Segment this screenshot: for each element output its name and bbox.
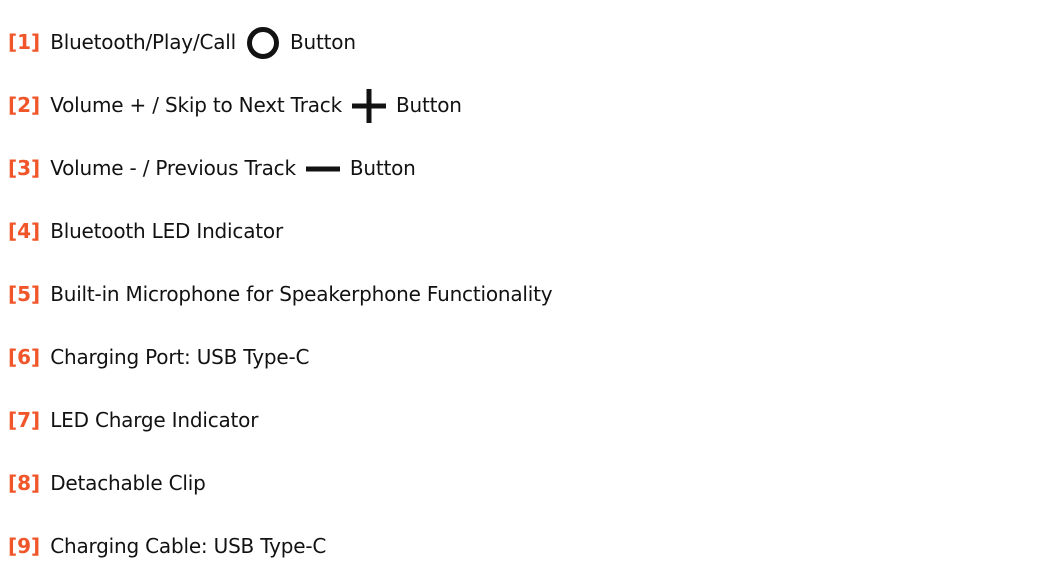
item-label: Bluetooth/Play/Call	[50, 30, 237, 54]
plus-icon	[351, 88, 386, 123]
item-label: Volume - / Previous Track	[50, 156, 296, 180]
item-number: [3]	[8, 156, 41, 180]
list-item: [1] Bluetooth/Play/Call Button	[8, 11, 1038, 74]
item-number: [2]	[8, 93, 41, 117]
feature-list: [1] Bluetooth/Play/Call Button [2] Volum…	[8, 11, 1038, 578]
item-suffix: Button	[395, 93, 462, 117]
item-label: Detachable Clip	[50, 471, 206, 495]
item-label: Volume + / Skip to Next Track	[50, 93, 342, 117]
item-label: Bluetooth LED Indicator	[50, 219, 283, 243]
list-item: [5] Built-in Microphone for Speakerphone…	[8, 263, 1038, 326]
item-number: [5]	[8, 282, 41, 306]
list-item: [4] Bluetooth LED Indicator	[8, 200, 1038, 263]
list-item: [3] Volume - / Previous Track Button	[8, 137, 1038, 200]
item-label: Built-in Microphone for Speakerphone Fun…	[50, 282, 553, 306]
list-item: [6] Charging Port: USB Type-C	[8, 326, 1038, 389]
item-number: [4]	[8, 219, 41, 243]
item-number: [1]	[8, 30, 41, 54]
item-label: LED Charge Indicator	[50, 408, 259, 432]
item-suffix: Button	[290, 30, 356, 54]
item-label: Charging Port: USB Type-C	[50, 345, 310, 369]
circle-icon	[246, 26, 280, 60]
list-item: [8] Detachable Clip	[8, 452, 1038, 515]
item-suffix: Button	[349, 156, 416, 180]
item-number: [8]	[8, 471, 41, 495]
minus-icon	[305, 152, 340, 186]
item-number: [6]	[8, 345, 41, 369]
list-item: [2] Volume + / Skip to Next Track Button	[8, 74, 1038, 137]
item-number: [7]	[8, 408, 41, 432]
list-item: [7] LED Charge Indicator	[8, 389, 1038, 452]
